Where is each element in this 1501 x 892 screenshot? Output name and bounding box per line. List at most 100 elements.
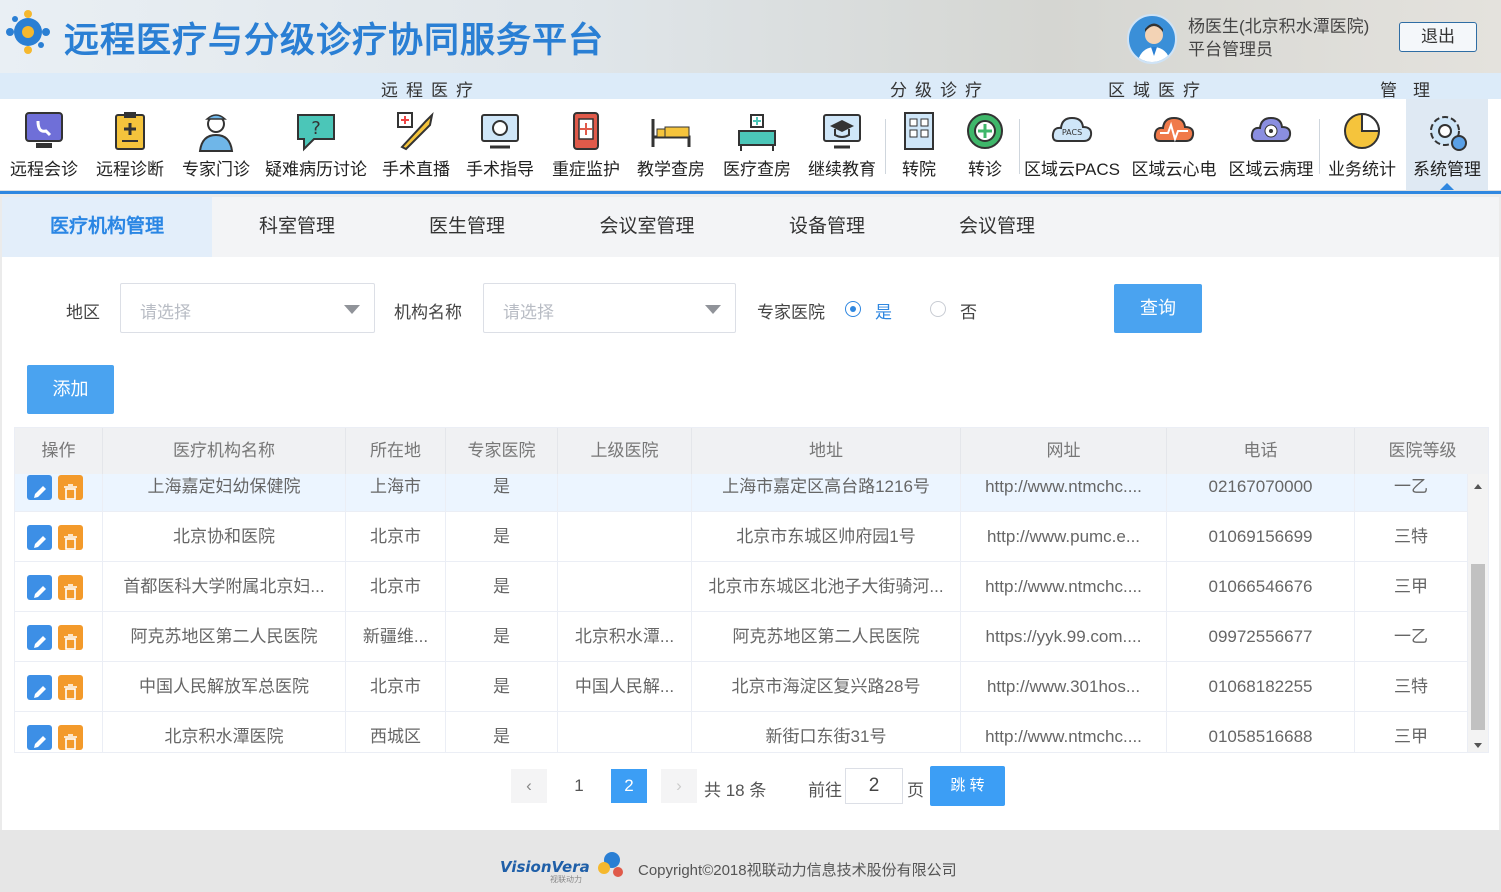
address-cell: 北京市海淀区复兴路28号 [692, 662, 961, 712]
module-business-stats[interactable]: 业务统计 [1322, 99, 1402, 190]
referral-icon [967, 113, 1003, 149]
tab-department-management[interactable]: 科室管理 [212, 197, 382, 257]
phone-cell: 01058516688 [1167, 712, 1355, 752]
trash-icon[interactable] [58, 675, 83, 700]
query-button[interactable]: 查询 [1114, 284, 1202, 333]
col-location: 所在地 [346, 428, 446, 474]
module-cloud-pacs[interactable]: PACS 区域云PACS [1022, 99, 1122, 190]
col-actions: 操作 [15, 428, 103, 474]
trash-icon[interactable] [58, 475, 83, 500]
scroll-up-icon[interactable] [1474, 484, 1482, 489]
col-parent-hospital: 上级医院 [558, 428, 692, 474]
platform-logo-icon [6, 10, 50, 54]
level-cell: 一乙 [1355, 612, 1468, 662]
phone-cell: 01068182255 [1167, 662, 1355, 712]
parent-hospital-cell: 中国人民解... [558, 662, 692, 712]
module-difficult-case[interactable]: ? 疑难病历讨论 [260, 99, 372, 190]
edit-icon[interactable] [27, 475, 52, 500]
tab-org-management[interactable]: 医疗机构管理 [2, 197, 212, 257]
table-body: 上海嘉定妇幼保健院 上海市 是 上海市嘉定区高台路1216号 http://ww… [15, 428, 1468, 752]
user-name: 杨医生(北京积水潭医院) [1188, 17, 1370, 36]
module-medical-round[interactable]: 医疗查房 [716, 99, 798, 190]
module-expert-clinic[interactable]: 专家门诊 [176, 99, 256, 190]
subtab-bar: 医疗机构管理 科室管理 医生管理 会议室管理 设备管理 会议管理 [2, 197, 1499, 257]
module-icu[interactable]: 重症监护 [546, 99, 626, 190]
prev-page-button[interactable]: ‹ [511, 769, 547, 803]
org-name-cell: 阿克苏地区第二人民医院 [103, 612, 346, 662]
module-surgery-guide[interactable]: 手术指导 [460, 99, 540, 190]
table-row[interactable]: 北京积水潭医院 西城区 是 新街口东街31号 http://www.ntmchc… [15, 712, 1468, 752]
edit-icon[interactable] [27, 725, 52, 750]
module-cloud-pathology[interactable]: 区域云病理 [1226, 99, 1316, 190]
svg-text:PACS: PACS [1062, 128, 1082, 137]
user-role: 平台管理员 [1188, 40, 1273, 59]
edit-icon[interactable] [27, 525, 52, 550]
logout-button[interactable]: 退出 [1399, 22, 1477, 52]
col-expert: 专家医院 [446, 428, 558, 474]
module-system-admin[interactable]: 系统管理 [1406, 99, 1488, 190]
expert-no-label[interactable]: 否 [960, 298, 977, 323]
scroll-down-icon[interactable] [1474, 743, 1482, 748]
next-page-button[interactable]: › [661, 769, 697, 803]
cloud-pacs-icon: PACS [1051, 116, 1093, 142]
trash-icon[interactable] [58, 525, 83, 550]
module-continuing-education[interactable]: 继续教育 [802, 99, 882, 190]
level-cell: 三特 [1355, 662, 1468, 712]
jump-button[interactable]: 跳 转 [930, 766, 1005, 806]
scrollbar-thumb[interactable] [1471, 564, 1485, 730]
clipboard-medical-icon [115, 112, 145, 150]
module-surgery-live[interactable]: 手术直播 [376, 99, 456, 190]
level-cell: 三甲 [1355, 562, 1468, 612]
expert-cell: 是 [446, 712, 558, 752]
website-cell: https://yyk.99.com.... [961, 612, 1167, 662]
tab-device-management[interactable]: 设备管理 [742, 197, 912, 257]
edit-icon[interactable] [27, 625, 52, 650]
page-2-button[interactable]: 2 [611, 769, 647, 803]
edit-icon[interactable] [27, 575, 52, 600]
org-name-label: 机构名称 [394, 303, 462, 322]
location-cell: 西城区 [346, 712, 446, 752]
expert-no-radio[interactable] [930, 301, 946, 317]
module-remote-diagnosis[interactable]: 远程诊断 [88, 99, 172, 190]
svg-text:VisionVera: VisionVera [500, 858, 590, 876]
table-row[interactable]: 阿克苏地区第二人民医院 新疆维... 是 北京积水潭... 阿克苏地区第二人民医… [15, 612, 1468, 662]
trash-icon[interactable] [58, 625, 83, 650]
page-1-button[interactable]: 1 [561, 769, 597, 803]
actions-cell [15, 612, 103, 662]
address-cell: 北京市东城区北池子大街骑河... [692, 562, 961, 612]
module-teaching-round[interactable]: 教学查房 [632, 99, 710, 190]
col-level: 医院等级 [1388, 441, 1457, 460]
add-button[interactable]: 添加 [27, 365, 114, 414]
module-hospital-transfer[interactable]: 转院 [888, 99, 950, 190]
module-remote-consult[interactable]: 远程会诊 [4, 99, 84, 190]
phone-cell: 01066546676 [1167, 562, 1355, 612]
chevron-down-icon [705, 305, 721, 314]
actions-cell [15, 662, 103, 712]
group-label-regional: 区域医疗 [1108, 81, 1208, 100]
edit-icon[interactable] [27, 675, 52, 700]
table-row[interactable]: 首都医科大学附属北京妇... 北京市 是 北京市东城区北池子大街骑河... ht… [15, 562, 1468, 612]
trash-icon[interactable] [58, 575, 83, 600]
expert-yes-radio[interactable] [845, 301, 861, 317]
org-name-select[interactable]: 请选择 [483, 283, 736, 333]
page-number-input[interactable]: 2 [845, 768, 903, 804]
tab-meeting-management[interactable]: 会议管理 [912, 197, 1082, 257]
location-cell: 北京市 [346, 662, 446, 712]
trash-icon[interactable] [58, 725, 83, 750]
tab-doctor-management[interactable]: 医生管理 [382, 197, 552, 257]
website-cell: http://www.301hos... [961, 662, 1167, 712]
hospital-transfer-icon [904, 112, 934, 150]
module-referral[interactable]: 转诊 [954, 99, 1016, 190]
app-title: 远程医疗与分级诊疗协同服务平台 [64, 21, 605, 61]
table-scrollbar[interactable] [1468, 474, 1488, 752]
expert-yes-label[interactable]: 是 [875, 298, 892, 323]
chevron-down-icon [344, 305, 360, 314]
table-row[interactable]: 北京协和医院 北京市 是 北京市东城区帅府园1号 http://www.pumc… [15, 512, 1468, 562]
tab-meeting-room-management[interactable]: 会议室管理 [552, 197, 742, 257]
table-row[interactable]: 中国人民解放军总医院 北京市 是 中国人民解... 北京市海淀区复兴路28号 h… [15, 662, 1468, 712]
group-label-tiered: 分级诊疗 [890, 81, 990, 100]
module-cloud-ecg[interactable]: 区域云心电 [1126, 99, 1222, 190]
location-cell: 新疆维... [346, 612, 446, 662]
region-select[interactable]: 请选择 [120, 283, 375, 333]
gear-icon [1430, 116, 1467, 151]
